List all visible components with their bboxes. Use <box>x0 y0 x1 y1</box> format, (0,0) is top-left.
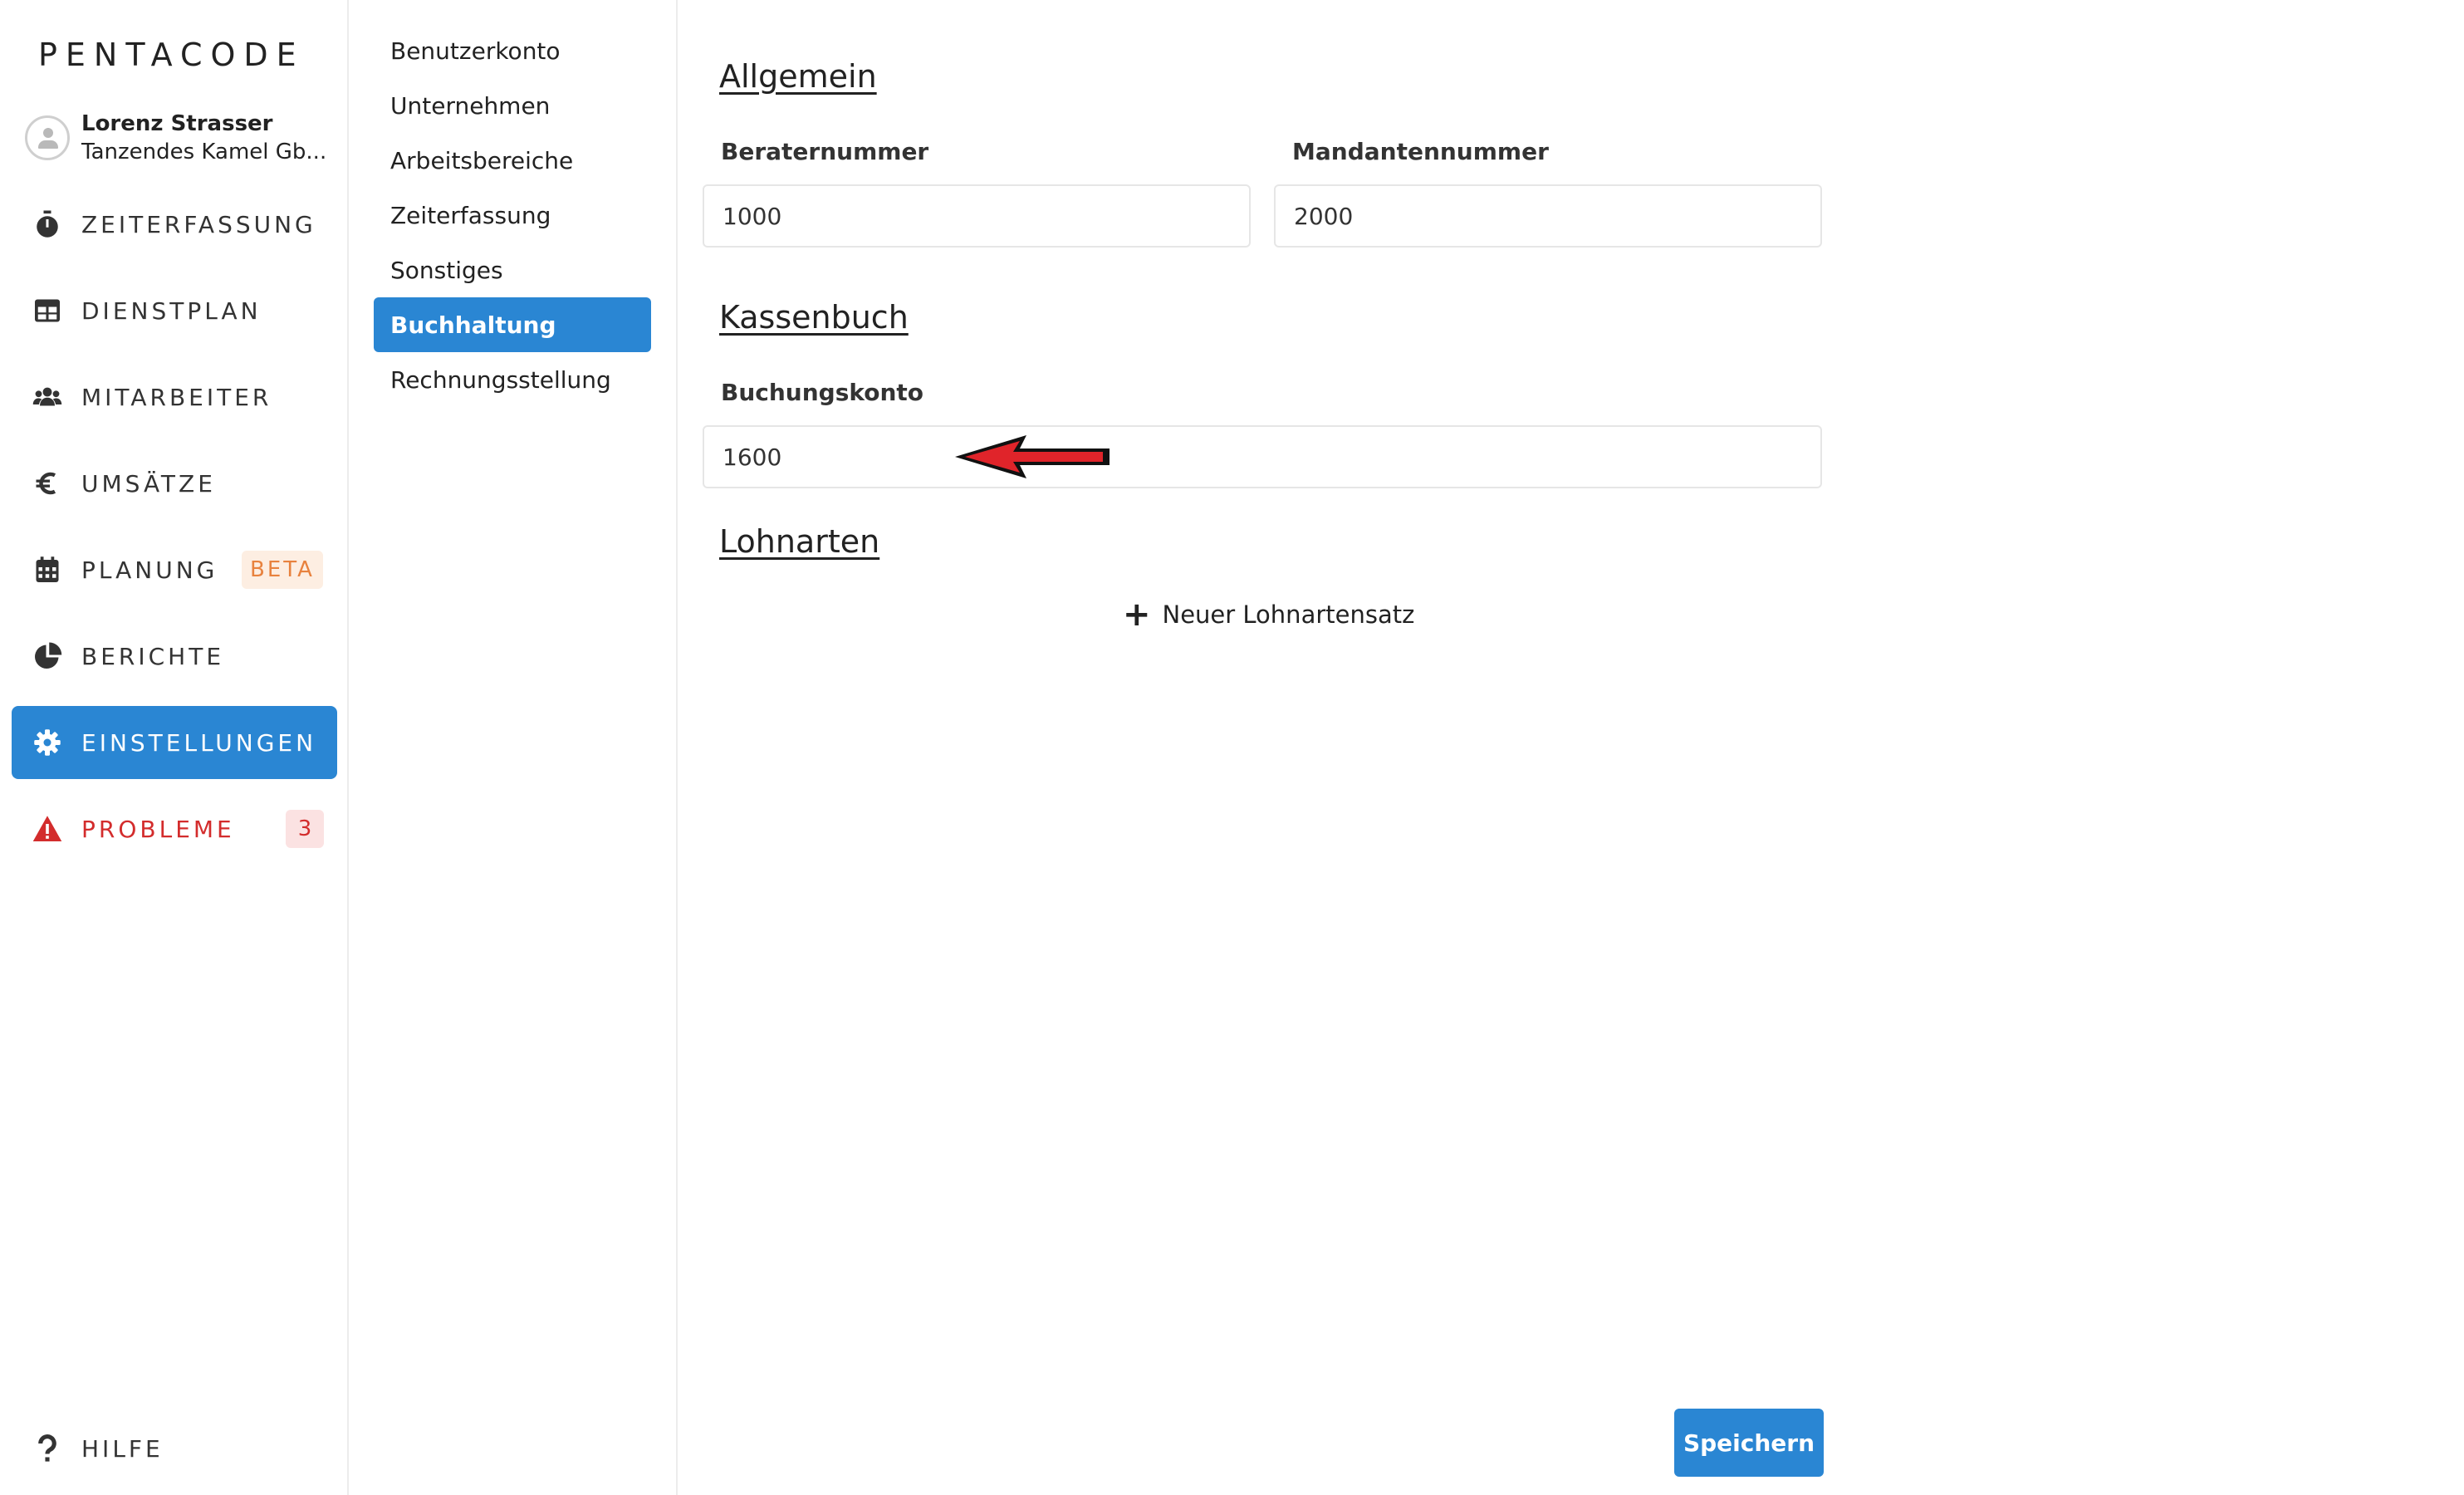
nav-item-berichte[interactable]: BERICHTE <box>12 620 337 693</box>
user-company: Tanzendes Kamel Gb... <box>81 140 327 164</box>
user-profile[interactable]: Lorenz Strasser Tanzendes Kamel Gb... <box>25 110 326 166</box>
section-title-kassenbuch: Kassenbuch <box>719 299 909 336</box>
beta-badge: BETA <box>242 551 323 589</box>
settings-subnav: Benutzerkonto Unternehmen Arbeitsbereich… <box>349 0 678 1495</box>
nav-label-hilfe: HILFE <box>81 1434 164 1463</box>
beraternummer-label: Beraternummer <box>721 138 929 165</box>
pie-chart-icon <box>32 640 63 672</box>
nav-label-mitarbeiter: MITARBEITER <box>81 383 272 411</box>
main-sidebar: PENTACODE Lorenz Strasser Tanzendes Kame… <box>0 0 349 1495</box>
add-lohnartensatz-label: Neuer Lohnartensatz <box>1162 600 1415 629</box>
nav-label-zeiterfassung: ZEITERFASSUNG <box>81 210 316 238</box>
settings-item-buchhaltung[interactable]: Buchhaltung <box>374 297 651 352</box>
gear-icon <box>32 727 63 758</box>
settings-item-rechnungsstellung[interactable]: Rechnungsstellung <box>374 352 651 407</box>
stopwatch-icon <box>32 208 63 240</box>
user-name: Lorenz Strasser <box>81 111 273 136</box>
question-icon <box>32 1433 63 1464</box>
nav-item-hilfe[interactable]: HILFE <box>12 1412 337 1485</box>
nav-item-einstellungen[interactable]: EINSTELLUNGEN <box>12 706 337 779</box>
problem-count-badge: 3 <box>286 810 324 848</box>
nav-label-einstellungen: EINSTELLUNGEN <box>81 728 317 757</box>
nav-item-probleme[interactable]: PROBLEME 3 <box>12 792 337 865</box>
nav-item-zeiterfassung[interactable]: ZEITERFASSUNG <box>12 188 337 261</box>
nav-label-probleme: PROBLEME <box>81 815 235 843</box>
nav-item-dienstplan[interactable]: DIENSTPLAN <box>12 274 337 347</box>
annotation-arrow-icon <box>955 435 1110 478</box>
settings-item-zeiterfassung[interactable]: Zeiterfassung <box>374 188 651 243</box>
section-title-allgemein: Allgemein <box>719 58 877 95</box>
avatar <box>25 115 70 160</box>
settings-item-arbeitsbereiche[interactable]: Arbeitsbereiche <box>374 133 651 188</box>
users-icon <box>32 381 63 413</box>
buchungskonto-input[interactable] <box>703 425 1822 488</box>
nav-item-planung[interactable]: PLANUNG BETA <box>12 533 337 606</box>
nav-label-umsaetze: UMSÄTZE <box>81 469 216 498</box>
nav-label-dienstplan: DIENSTPLAN <box>81 297 262 325</box>
euro-icon <box>32 468 63 499</box>
calendar-icon <box>32 554 63 586</box>
buchungskonto-label: Buchungskonto <box>721 379 924 406</box>
save-button[interactable]: Speichern <box>1674 1409 1824 1477</box>
mandantennummer-input[interactable] <box>1274 184 1822 248</box>
settings-item-benutzerkonto[interactable]: Benutzerkonto <box>374 23 651 78</box>
user-info: Lorenz Strasser Tanzendes Kamel Gb... <box>81 110 326 166</box>
beraternummer-input[interactable] <box>703 184 1251 248</box>
table-icon <box>32 295 63 326</box>
nav-label-planung: PLANUNG <box>81 556 218 584</box>
settings-item-unternehmen[interactable]: Unternehmen <box>374 78 651 133</box>
section-title-lohnarten: Lohnarten <box>719 523 880 560</box>
settings-item-sonstiges[interactable]: Sonstiges <box>374 243 651 297</box>
pentacode-logo[interactable]: PENTACODE <box>38 37 305 73</box>
nav-item-umsaetze[interactable]: UMSÄTZE <box>12 447 337 520</box>
add-lohnartensatz-button[interactable]: + Neuer Lohnartensatz <box>1123 598 1414 631</box>
nav-label-berichte: BERICHTE <box>81 642 225 670</box>
warning-icon <box>32 813 63 845</box>
mandantennummer-label: Mandantennummer <box>1292 138 1549 165</box>
plus-icon: + <box>1123 596 1151 634</box>
nav-item-mitarbeiter[interactable]: MITARBEITER <box>12 360 337 434</box>
